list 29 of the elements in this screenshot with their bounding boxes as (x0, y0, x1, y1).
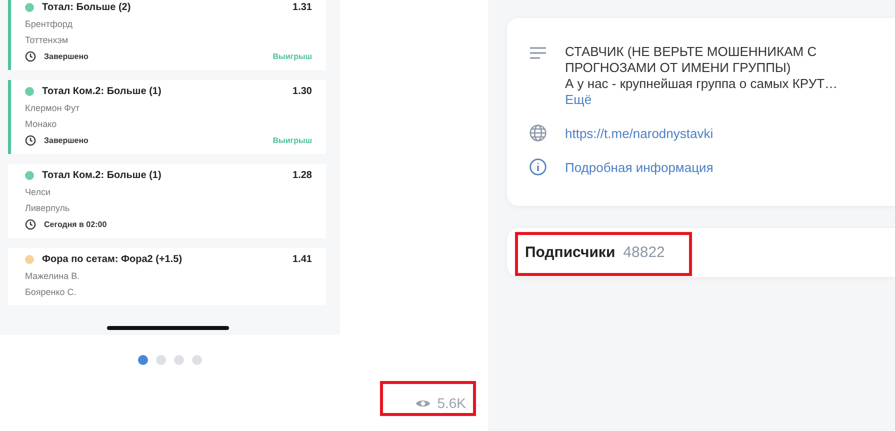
bet-odds: 1.30 (292, 86, 312, 97)
bet-market: Фора по сетам: Фора2 (+1.5) (42, 254, 184, 265)
team-name: Челси (25, 187, 52, 197)
group-description-title: СТАВЧИК (НЕ ВЕРЬТЕ МОШЕННИКАМ С ПРОГНОЗАМИ ОТ ИМЕНИ ГРУППЫ) (565, 44, 818, 76)
team-name: Тоттенхэм (25, 35, 70, 45)
details-link[interactable]: Подробная информация (565, 160, 714, 174)
team-name: Монако (25, 119, 58, 129)
team-name: Бояренко С. (25, 287, 78, 297)
team-name: Брентфорд (25, 19, 74, 29)
bet-odds: 1.31 (292, 2, 312, 13)
subscribers-count: 48822 (623, 244, 665, 261)
group-link[interactable]: https://t.me/narodnystavki (565, 126, 714, 140)
bet-market: Тотал Ком.2: Больше (1) (42, 86, 162, 97)
bet-result: Выигрыш (272, 52, 312, 61)
subscribers-label: Подписчики (525, 244, 616, 261)
team-name: Клермон Фут (25, 103, 81, 113)
bet-time: Завершено (44, 52, 90, 61)
more-link[interactable]: Ещё (565, 92, 592, 108)
team-name: Ливерпуль (25, 203, 71, 213)
bet-result: Выигрыш (272, 136, 312, 145)
bet-market: Тотал Ком.2: Больше (1) (42, 170, 162, 181)
bet-market: Тотал: Больше (2) (42, 2, 132, 13)
bet-time: Завершено (44, 136, 90, 145)
bet-time: Сегодня в 02:00 (44, 220, 108, 229)
view-count: 5.6K (437, 395, 466, 411)
team-name: Мажелина В. (25, 271, 81, 281)
group-description-text: А у нас - крупнейшая группа о самых КРУТ… (565, 76, 839, 92)
bet-odds: 1.41 (292, 254, 312, 265)
bet-odds: 1.28 (292, 170, 312, 181)
